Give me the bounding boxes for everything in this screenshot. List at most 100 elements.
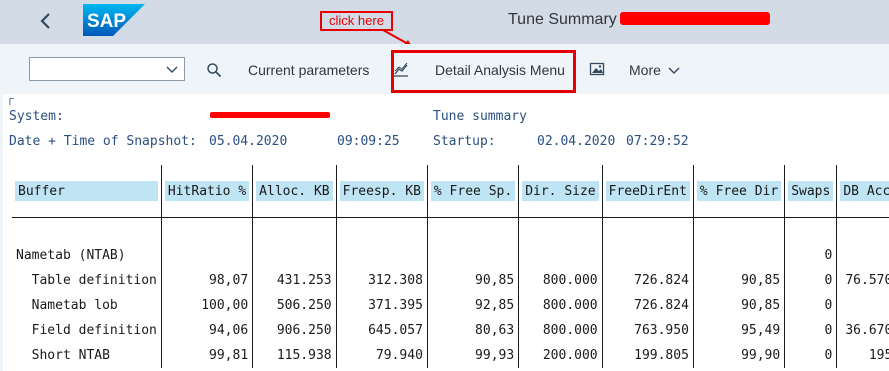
table-cell bbox=[601, 243, 694, 268]
table-cell-buffer: Table definition bbox=[16, 273, 157, 288]
table-body: Nametab (NTAB) 0 Table definition 98,07 431… bbox=[12, 217, 889, 368]
col-header-buffer[interactable]: Buffer bbox=[12, 165, 162, 218]
table-cell bbox=[426, 217, 519, 243]
redaction-system bbox=[210, 112, 330, 118]
table-cell: 94,06 bbox=[160, 318, 253, 343]
chevron-down-icon[interactable] bbox=[164, 61, 180, 77]
back-icon[interactable] bbox=[36, 10, 56, 32]
table-cell bbox=[784, 217, 837, 243]
col-header-label: Freesp. KB bbox=[339, 180, 424, 201]
table-row[interactable]: Nametab (NTAB) 0 bbox=[12, 243, 889, 268]
report-content: ┌ System: Tune summary Date + Time of Sn… bbox=[3, 94, 889, 371]
table-cell bbox=[335, 217, 428, 243]
buffer-table-container: Buffer HitRatio % Alloc. KB Freesp. KB %… bbox=[12, 165, 889, 371]
zoom-icon[interactable] bbox=[206, 62, 222, 78]
more-label: More bbox=[629, 62, 661, 78]
system-label: System: bbox=[9, 109, 64, 124]
table-cell bbox=[601, 217, 694, 243]
tune-summary-label: Tune summary bbox=[433, 109, 527, 124]
table-cell: 100,00 bbox=[160, 293, 253, 318]
col-header-free-dir[interactable]: % Free Dir bbox=[692, 165, 785, 218]
col-header-alloc[interactable]: Alloc. KB bbox=[252, 165, 337, 218]
table-cell bbox=[518, 217, 603, 243]
table-cell bbox=[160, 217, 253, 243]
table-cell bbox=[836, 217, 889, 243]
sap-logo[interactable]: SAP bbox=[83, 4, 145, 36]
snapshot-time: 09:09:25 bbox=[337, 134, 400, 149]
table-header-row: Buffer HitRatio % Alloc. KB Freesp. KB %… bbox=[12, 165, 889, 218]
table-cell: 115.938 bbox=[252, 343, 337, 368]
table-cell: 906.250 bbox=[252, 318, 337, 343]
table-cell: 80,63 bbox=[426, 318, 519, 343]
col-header-free-sp[interactable]: % Free Sp. bbox=[426, 165, 519, 218]
table-cell: 800.000 bbox=[518, 293, 603, 318]
col-header-label: DB Acc bbox=[840, 180, 889, 201]
col-header-swaps[interactable]: Swaps bbox=[784, 165, 837, 218]
page-title: Tune Summary bbox=[508, 11, 617, 28]
chevron-down-icon bbox=[668, 67, 680, 75]
col-header-label: Swaps bbox=[788, 180, 834, 201]
table-cell: 200.000 bbox=[518, 343, 603, 368]
annotation-highlight bbox=[391, 50, 576, 93]
buffer-table: Buffer HitRatio % Alloc. KB Freesp. KB %… bbox=[12, 165, 889, 368]
table-cell: 99,93 bbox=[426, 343, 519, 368]
table-cell: 79.940 bbox=[335, 343, 428, 368]
table-row[interactable]: Nametab lob 100,00 506.250 371.395 92,85 800.… bbox=[12, 293, 889, 318]
table-cell: 99,81 bbox=[160, 343, 253, 368]
toolbar: Current parameters Detail Analysis Menu … bbox=[0, 44, 889, 93]
snapshot-label: Date + Time of Snapshot: bbox=[9, 134, 197, 149]
more-button[interactable]: More bbox=[629, 62, 681, 78]
table-cell bbox=[160, 243, 253, 268]
command-field[interactable] bbox=[29, 57, 185, 81]
table-cell: 431.253 bbox=[252, 268, 337, 293]
col-header-hitratio[interactable]: HitRatio % bbox=[160, 165, 253, 218]
table-cell: 726.824 bbox=[601, 293, 694, 318]
table-cell-buffer: Nametab lob bbox=[16, 298, 118, 313]
table-cell-buffer bbox=[12, 217, 161, 243]
col-header-label: HitRatio % bbox=[164, 180, 250, 201]
col-header-label: % Free Dir bbox=[696, 180, 782, 201]
table-row[interactable]: Field definition 94,06 906.250 645.057 80,63… bbox=[12, 318, 889, 343]
col-header-freesp-kb[interactable]: Freesp. KB bbox=[335, 165, 428, 218]
col-header-label: FreeDirEnt bbox=[605, 180, 690, 201]
picture-icon[interactable] bbox=[589, 61, 605, 77]
table-cell bbox=[252, 217, 337, 243]
startup-time: 07:29:52 bbox=[626, 134, 689, 149]
table-row[interactable] bbox=[12, 217, 889, 243]
table-cell: 645.057 bbox=[335, 318, 428, 343]
table-cell bbox=[692, 243, 785, 268]
col-header-freedirent[interactable]: FreeDirEnt bbox=[601, 165, 694, 218]
table-cell: 98,07 bbox=[160, 268, 253, 293]
table-cell bbox=[836, 293, 889, 318]
col-header-db-acc[interactable]: DB Acc bbox=[836, 165, 889, 218]
shell-header: SAP click here Tune Summary bbox=[0, 0, 889, 48]
table-cell-buffer: Short NTAB bbox=[16, 348, 110, 363]
table-cell bbox=[426, 243, 519, 268]
table-row[interactable]: Table definition 98,07 431.253 312.308 90,85… bbox=[12, 268, 889, 293]
table-cell-buffer: Field definition bbox=[16, 323, 157, 338]
table-cell: 371.395 bbox=[335, 293, 428, 318]
current-parameters-button[interactable]: Current parameters bbox=[248, 62, 369, 78]
table-cell: 0 bbox=[784, 318, 837, 343]
col-header-dir-size[interactable]: Dir. Size bbox=[518, 165, 603, 218]
table-cell: 763.950 bbox=[601, 318, 694, 343]
col-header-label: Dir. Size bbox=[522, 180, 599, 201]
table-cell: 0 bbox=[784, 343, 837, 368]
table-cell: 90,85 bbox=[426, 268, 519, 293]
table-cell: 76.570 bbox=[836, 268, 889, 293]
startup-label: Startup: bbox=[433, 134, 496, 149]
table-cell: 312.308 bbox=[335, 268, 428, 293]
table-cell bbox=[335, 243, 428, 268]
table-cell: 0 bbox=[784, 293, 837, 318]
table-cell: 95,49 bbox=[692, 318, 785, 343]
table-cell: 195 bbox=[836, 343, 889, 368]
table-cell bbox=[692, 217, 785, 243]
table-cell: 0 bbox=[784, 243, 837, 268]
startup-date: 02.04.2020 bbox=[537, 134, 616, 149]
table-cell bbox=[518, 243, 603, 268]
snapshot-date: 05.04.2020 bbox=[209, 134, 288, 149]
table-cell: 506.250 bbox=[252, 293, 337, 318]
table-cell: 90,85 bbox=[692, 293, 785, 318]
redaction-title bbox=[620, 12, 770, 25]
table-row[interactable]: Short NTAB 99,81 115.938 79.940 99,93 200.000… bbox=[12, 343, 889, 368]
